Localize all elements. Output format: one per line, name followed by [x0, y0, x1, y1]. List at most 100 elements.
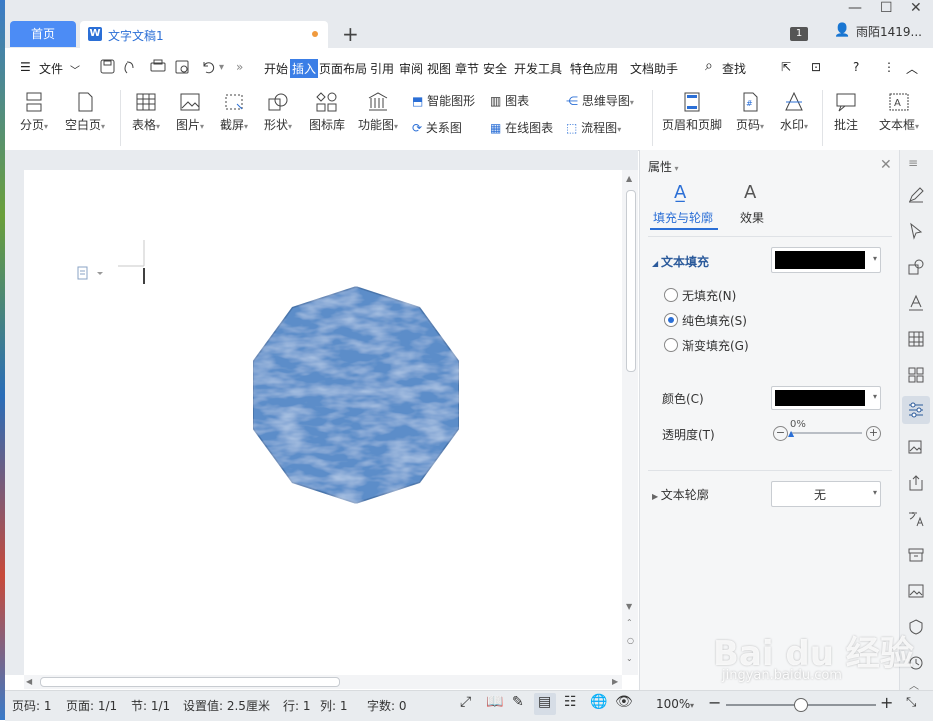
text-fill-color-dropdown[interactable]: ▾	[771, 247, 881, 273]
transparency-slider[interactable]	[790, 432, 862, 434]
zoom-out-button[interactable]: −	[708, 693, 721, 712]
restore-button[interactable]: ☐	[880, 0, 893, 16]
table-style-icon[interactable]	[907, 330, 925, 348]
text-style-icon[interactable]	[907, 294, 925, 312]
no-fill-radio[interactable]	[664, 288, 678, 302]
more-quick-access-icon[interactable]: »	[236, 60, 243, 74]
no-fill-label[interactable]: 无填充(N)	[682, 287, 736, 304]
paste-options-icon[interactable]	[76, 264, 106, 282]
zoom-in-button[interactable]: +	[880, 693, 893, 712]
prev-page-icon[interactable]: ⌃	[626, 618, 633, 627]
menu-doc-assistant[interactable]: 文档助手	[630, 60, 678, 77]
vertical-scroll-thumb[interactable]	[626, 190, 636, 372]
next-page-icon[interactable]: ⌄	[626, 654, 633, 663]
read-mode-icon[interactable]: 📖	[486, 694, 503, 710]
select-cursor-icon[interactable]	[907, 222, 925, 240]
chart-button[interactable]: ▥ 图表	[490, 92, 529, 109]
search-button[interactable]: 查找	[722, 60, 746, 77]
increase-transparency-button[interactable]: +	[866, 426, 881, 441]
undo-dropdown-icon[interactable]: ▾	[219, 62, 224, 73]
scroll-up-icon[interactable]: ▲	[626, 174, 632, 183]
page-view-icon[interactable]: ▤	[538, 694, 551, 710]
more-icon[interactable]: ⋮	[883, 60, 895, 74]
menu-view[interactable]: 视图	[427, 60, 451, 77]
fit-window-icon[interactable]: ⤡	[906, 695, 916, 710]
table-button[interactable]: 表格▾	[128, 92, 164, 133]
horizontal-scrollbar[interactable]: ◀ ▶	[24, 675, 622, 689]
menu-review[interactable]: 审阅	[399, 60, 423, 77]
minimize-button[interactable]: —	[848, 0, 862, 16]
status-word-count[interactable]: 字数: 0	[367, 697, 407, 714]
shapes-icon[interactable]	[907, 258, 925, 276]
image-gallery-icon[interactable]	[907, 438, 925, 456]
tab-fill-outline[interactable]: 填充与轮廓	[653, 209, 713, 226]
zoom-level[interactable]: 100%	[656, 697, 690, 711]
web-view-icon[interactable]: 🌐	[590, 694, 607, 710]
export-icon[interactable]	[907, 474, 925, 492]
hamburger-icon[interactable]: ☰	[20, 60, 31, 74]
scroll-right-icon[interactable]: ▶	[612, 677, 618, 686]
screenshot-button[interactable]: 截屏▾	[216, 92, 252, 133]
vertical-scrollbar[interactable]: ▲ ▼ ⌃ ○ ⌄	[622, 170, 638, 675]
picture-button[interactable]: 图片▾	[172, 92, 208, 133]
status-setting[interactable]: 设置值: 2.5厘米	[183, 697, 270, 714]
eye-protection-icon[interactable]: 👁	[615, 694, 633, 710]
write-mode-icon[interactable]: ✎	[512, 694, 524, 710]
collapse-ribbon-icon[interactable]: ︿	[906, 60, 918, 77]
translate-icon[interactable]	[907, 510, 925, 528]
comment-button[interactable]: 批注	[830, 92, 862, 133]
select-browse-icon[interactable]: ○	[627, 636, 634, 645]
text-fill-section[interactable]: ◢ 文本填充	[652, 253, 709, 270]
status-row[interactable]: 行: 1	[283, 697, 311, 714]
decagon-shape[interactable]	[246, 286, 466, 504]
zoom-slider-handle[interactable]	[794, 698, 808, 712]
archive-icon[interactable]	[907, 546, 925, 564]
status-section[interactable]: 节: 1/1	[131, 697, 170, 714]
help-icon[interactable]: ?	[853, 60, 859, 74]
window-count-badge[interactable]: 1	[790, 27, 808, 41]
menu-chapter[interactable]: 章节	[455, 60, 479, 77]
outline-view-icon[interactable]: ☷	[564, 694, 577, 710]
header-footer-button[interactable]: 页眉和页脚	[660, 92, 724, 133]
online-chart-button[interactable]: ▦ 在线图表	[490, 119, 553, 136]
chevron-down-icon[interactable]: ﹀	[70, 62, 80, 77]
decrease-transparency-button[interactable]: −	[773, 426, 788, 441]
gradient-fill-radio[interactable]	[664, 338, 678, 352]
collab-icon[interactable]: ⊡	[811, 60, 821, 74]
watermark-button[interactable]: 水印▾	[776, 92, 812, 133]
user-name[interactable]: 雨陌1419...	[856, 23, 922, 40]
menu-start[interactable]: 开始	[264, 60, 288, 77]
gradient-fill-label[interactable]: 渐变填充(G)	[682, 337, 749, 354]
page-number-button[interactable]: # 页码▾	[732, 92, 768, 133]
status-column[interactable]: 列: 1	[320, 697, 348, 714]
page-break-button[interactable]: 分页▾	[14, 92, 54, 133]
mind-map-button[interactable]: ⋲ 思维导图▾	[566, 92, 634, 109]
menu-page-layout[interactable]: 页面布局	[319, 60, 367, 77]
text-box-button[interactable]: A 文本框▾	[876, 92, 922, 133]
blank-page-button[interactable]: 空白页▾	[60, 92, 110, 133]
horizontal-scroll-thumb[interactable]	[40, 677, 340, 687]
menu-file[interactable]: 文件	[39, 60, 63, 77]
function-chart-button[interactable]: 功能图▾	[356, 92, 400, 133]
quick-access-toolbar[interactable]	[100, 59, 230, 75]
pen-icon[interactable]	[907, 186, 925, 204]
status-page-number[interactable]: 页码: 1	[12, 697, 52, 714]
menu-security[interactable]: 安全	[483, 60, 507, 77]
scroll-left-icon[interactable]: ◀	[26, 677, 32, 686]
relation-chart-button[interactable]: ⟳ 关系图	[412, 119, 462, 136]
solid-fill-label[interactable]: 纯色填充(S)	[682, 312, 747, 329]
zoom-dropdown-icon[interactable]: ▾	[690, 701, 694, 710]
close-window-button[interactable]: ✕	[910, 0, 922, 16]
fullscreen-icon[interactable]: ⤢	[460, 694, 471, 710]
transparency-slider-handle[interactable]: ▲	[788, 429, 794, 438]
new-tab-button[interactable]: +	[342, 22, 359, 46]
avatar[interactable]: 👤	[834, 23, 850, 38]
scroll-down-icon[interactable]: ▼	[626, 602, 632, 611]
share-icon[interactable]: ⇱	[781, 60, 791, 74]
menu-insert[interactable]: 插入	[290, 59, 319, 78]
tab-home[interactable]: 首页	[10, 21, 76, 47]
text-outline-dropdown[interactable]: 无 ▾	[771, 481, 881, 507]
shape-button[interactable]: 形状▾	[260, 92, 296, 133]
menu-special[interactable]: 特色应用	[570, 60, 618, 77]
tab-effect[interactable]: 效果	[740, 209, 764, 226]
